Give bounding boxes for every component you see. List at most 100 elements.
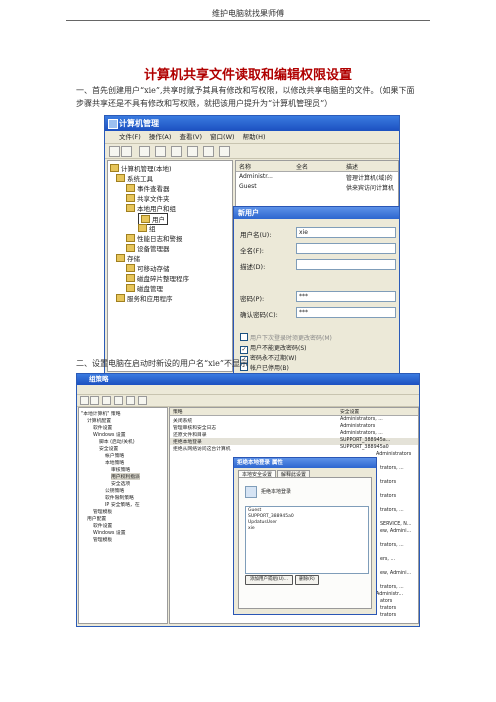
- fullname-input[interactable]: [296, 243, 396, 254]
- tree-item-perf-logs[interactable]: 性能日志和警报: [126, 233, 183, 243]
- remove-button[interactable]: 删除(R): [295, 575, 319, 585]
- computer-icon: [110, 164, 119, 172]
- menu-bar[interactable]: [77, 385, 419, 394]
- tree-item[interactable]: "本地计算机" 策略: [81, 410, 121, 417]
- delete-icon[interactable]: [114, 396, 123, 405]
- forward-icon[interactable]: [121, 146, 132, 157]
- desc-input[interactable]: [296, 259, 396, 270]
- add-user-button[interactable]: 添加用户或组(U)...: [245, 575, 293, 585]
- tree-item[interactable]: Windows 设置: [93, 431, 126, 438]
- properties-icon[interactable]: [126, 396, 135, 405]
- computer-management-screenshot: 计算机管理 文件(F) 操作(A) 查看(V) 窗口(W) 帮助(H) 计算机管…: [104, 115, 400, 376]
- show-tree-icon[interactable]: [155, 146, 166, 157]
- desc-label: 描述(D):: [240, 263, 266, 271]
- tab-panel: 拒绝本地登录 Guest SUPPORT_388945a0 UpdatusUse…: [238, 477, 372, 609]
- table-row[interactable]: 拒绝从网络访问这台计算机 SUPPORT_388945a0: [170, 445, 418, 452]
- users-icon: [126, 204, 135, 212]
- list-item[interactable]: Guest 供来宾访问计算机: [236, 183, 398, 192]
- tree-item[interactable]: 软件设置: [93, 424, 112, 431]
- folder-icon: [141, 215, 150, 223]
- policy-icon: [245, 486, 257, 498]
- must-change-pw-checkbox[interactable]: 用户下次登录时须更改密码(M): [240, 333, 332, 342]
- tree-item[interactable]: 计算机配置: [87, 417, 111, 424]
- header-rule: [66, 20, 430, 21]
- user-group-list[interactable]: Guest SUPPORT_388945a0 UpdatusUser xie: [245, 506, 369, 574]
- folder-icon: [126, 194, 135, 202]
- defrag-icon: [126, 274, 135, 282]
- username-input[interactable]: xie: [296, 227, 396, 238]
- tree-item-groups[interactable]: 组: [138, 223, 156, 233]
- export-icon[interactable]: [203, 146, 214, 157]
- tree-item-storage[interactable]: 存储: [116, 253, 140, 263]
- paragraph-step-2: 二、设置电脑在启动时新设的用户名“xie”不显示: [76, 359, 248, 368]
- doc-title: 计算机共享文件读取和编辑权限设置: [143, 68, 352, 83]
- tree-item-root[interactable]: 计算机管理(本地): [110, 163, 172, 173]
- tree-item[interactable]: 用户配置: [87, 515, 106, 522]
- toolbar: [77, 394, 419, 407]
- tree-item-local-users[interactable]: 本地用户和组: [126, 203, 176, 213]
- tree-item[interactable]: 安全设置: [99, 445, 118, 452]
- tree-item[interactable]: 脚本 (启动/关机): [99, 438, 135, 445]
- col-setting[interactable]: 安全设置: [340, 408, 359, 415]
- help-icon[interactable]: [138, 396, 147, 405]
- storage-icon: [116, 254, 125, 262]
- confirm-label: 确认密码(C):: [240, 311, 278, 319]
- list-item[interactable]: Administr... 管理计算机(域)的: [236, 173, 398, 182]
- col-fullname[interactable]: 全名: [296, 162, 308, 171]
- tree-item-device-manager[interactable]: 设备管理器: [126, 243, 170, 253]
- tree-item[interactable]: 帐户策略: [105, 452, 124, 459]
- list-item[interactable]: xie: [248, 526, 366, 532]
- tree-item[interactable]: 本地策略: [105, 459, 124, 466]
- col-desc[interactable]: 描述: [346, 162, 358, 171]
- tree-item[interactable]: 软件设置: [93, 522, 112, 529]
- event-viewer-icon: [126, 184, 135, 192]
- tree-item[interactable]: 审核策略: [111, 466, 130, 473]
- policy-heading: 拒绝本地登录: [261, 489, 292, 495]
- forward-icon[interactable]: [90, 396, 99, 405]
- tree-item-event-viewer[interactable]: 事件查看器: [126, 183, 170, 193]
- back-icon[interactable]: [80, 396, 89, 405]
- confirm-input[interactable]: ***: [296, 307, 396, 318]
- up-icon[interactable]: [102, 396, 111, 405]
- tree-item[interactable]: 管理模板: [93, 508, 112, 515]
- tree-item-system-tools[interactable]: 系统工具: [116, 173, 153, 183]
- tree-item[interactable]: 安全选项: [111, 480, 130, 487]
- toolbar: [105, 143, 399, 159]
- up-icon[interactable]: [139, 146, 150, 157]
- computer-management-icon: [108, 119, 118, 129]
- menu-bar[interactable]: 文件(F) 操作(A) 查看(V) 窗口(W) 帮助(H): [105, 131, 399, 143]
- tree-item-services[interactable]: 服务和应用程序: [116, 293, 173, 303]
- disk-icon: [126, 284, 135, 292]
- tree-item-removable[interactable]: 可移动存储: [126, 263, 170, 273]
- tree-item-disk-management[interactable]: 磁盘管理: [126, 283, 163, 293]
- tree-item[interactable]: 公钥策略: [105, 487, 124, 494]
- tree-item[interactable]: IP 安全策略，在: [105, 501, 140, 508]
- table-row[interactable]: 关闭系统 Administrators, ...: [170, 417, 418, 424]
- list-header: 名称 全名 描述: [236, 161, 398, 172]
- table-row[interactable]: 还原文件和目录 Administrators, ...: [170, 431, 418, 438]
- tools-icon: [116, 174, 125, 182]
- table-row-selected[interactable]: 拒绝本地登录 SUPPORT_388945a...: [170, 438, 418, 445]
- tree-item[interactable]: 软件限制策略: [105, 494, 134, 501]
- tree-item[interactable]: Windows 设置: [93, 529, 126, 536]
- tree-pane: 计算机管理(本地) 系统工具 事件查看器 共享文件夹 本地用户和组 用户 组 性…: [107, 160, 233, 372]
- tree-item-defrag[interactable]: 磁盘碎片整理程序: [126, 273, 189, 283]
- table-row[interactable]: 管理审核和安全日志 Administrators: [170, 424, 418, 431]
- window-title: 计算机管理: [119, 119, 159, 128]
- window-titlebar: 计算机管理: [105, 116, 399, 131]
- tree-item[interactable]: 管理模板: [93, 536, 112, 543]
- back-icon[interactable]: [109, 146, 120, 157]
- col-name[interactable]: 名称: [239, 162, 251, 171]
- properties-icon[interactable]: [171, 146, 182, 157]
- device-icon: [126, 244, 135, 252]
- help-icon[interactable]: [219, 146, 230, 157]
- tree-item-selected[interactable]: 用户权利指派: [111, 473, 140, 480]
- refresh-icon[interactable]: [187, 146, 198, 157]
- new-user-dialog: 新用户 用户名(U): xie 全名(F): 描述(D): 密码(P): ***…: [233, 206, 399, 375]
- tree-item-shared-folders[interactable]: 共享文件夹: [126, 193, 170, 203]
- password-input[interactable]: ***: [296, 291, 396, 302]
- dialog-title: 拒绝本地登录 属性: [234, 458, 376, 468]
- col-policy[interactable]: 策略: [173, 408, 183, 415]
- removable-icon: [126, 264, 135, 272]
- folder-icon: [138, 224, 147, 232]
